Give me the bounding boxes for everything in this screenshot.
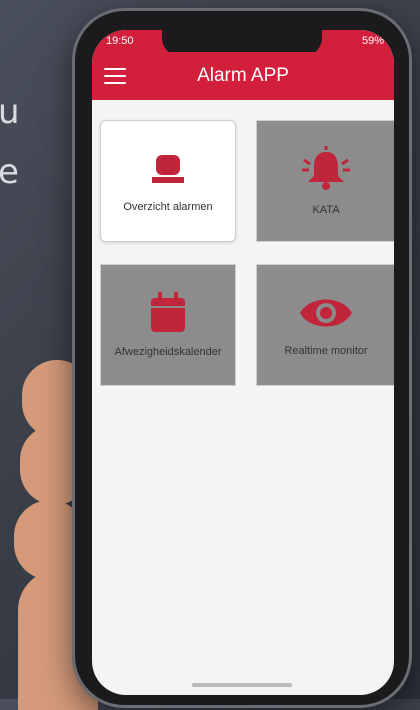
phone-screen: 19:50 59% Alarm APP Overzicht alarmen KA…	[92, 30, 394, 695]
tile-label: Afwezigheidskalender	[114, 346, 222, 358]
app-bar: Alarm APP	[92, 52, 394, 100]
background-text-2: e	[0, 152, 19, 192]
tile-label: KATA	[312, 204, 340, 216]
tile-grid: Overzicht alarmen KATA Afwezigheidskalen…	[92, 100, 394, 386]
tile-realtime-monitor[interactable]: Realtime monitor	[256, 264, 394, 386]
tile-label: Realtime monitor	[284, 345, 368, 357]
eye-icon	[298, 293, 354, 333]
tile-afwezigheidskalender[interactable]: Afwezigheidskalender	[100, 264, 236, 386]
status-time: 19:50	[106, 35, 134, 47]
tile-overzicht-alarmen[interactable]: Overzicht alarmen	[100, 120, 236, 242]
bell-icon	[298, 146, 354, 192]
app-title: Alarm APP	[197, 65, 289, 86]
siren-icon	[148, 149, 188, 189]
home-indicator	[192, 683, 292, 687]
tile-kata[interactable]: KATA	[256, 120, 394, 242]
status-battery: 59%	[361, 35, 384, 47]
background-text-1: u	[0, 92, 20, 132]
calendar-icon	[148, 292, 188, 334]
tile-label: Overzicht alarmen	[123, 201, 213, 213]
